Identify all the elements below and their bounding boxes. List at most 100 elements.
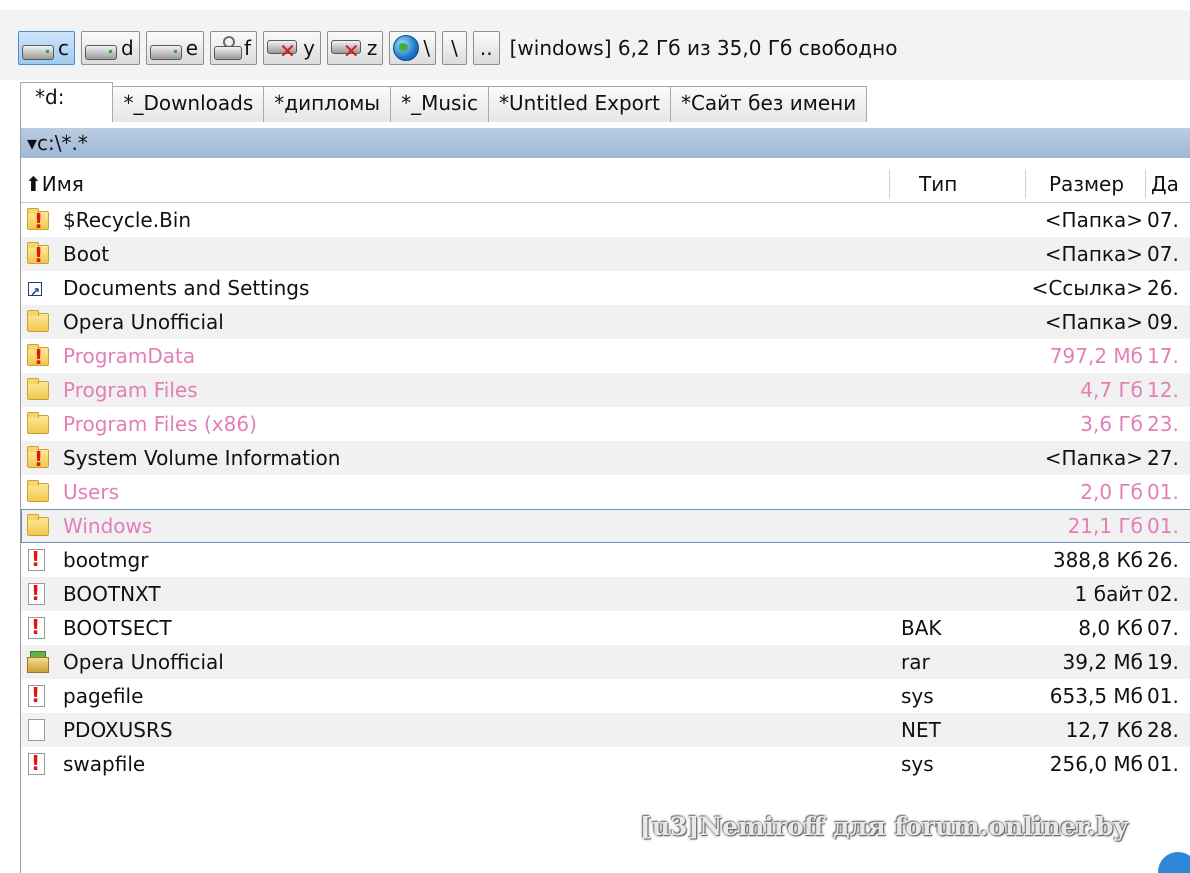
file-date: 19. (1147, 650, 1179, 674)
file-size: 1 байт (1074, 582, 1143, 606)
list-item[interactable]: ! bootmgr 388,8 Кб 26. (21, 543, 1190, 577)
system-folder-icon: ! (27, 208, 49, 233)
red-x-icon: ✕ (342, 39, 360, 63)
list-item[interactable]: ! BOOTSECT BAK 8,0 Кб 07. (21, 611, 1190, 645)
system-file-icon: ! (27, 751, 49, 775)
column-date-header[interactable]: Да (1151, 166, 1179, 202)
column-separator[interactable] (1025, 170, 1026, 198)
drive-button-y[interactable]: ✕ y (263, 31, 321, 65)
red-x-icon: ✕ (279, 39, 296, 63)
list-item[interactable]: Windows 21,1 Гб 01. (21, 509, 1190, 543)
network-button[interactable]: \ (389, 31, 437, 65)
tab-music[interactable]: *_Music (390, 86, 489, 122)
file-name: $Recycle.Bin (63, 208, 192, 232)
hdd-icon (149, 44, 182, 60)
file-date: 01. (1147, 514, 1179, 538)
list-item[interactable]: ! Boot <Папка> 07. (21, 237, 1190, 271)
file-size: 388,8 Кб (1052, 548, 1143, 572)
exclamation-mark: ! (34, 345, 44, 369)
path-bar[interactable]: ▾c:\*.* (21, 128, 1190, 158)
list-item[interactable]: ! $Recycle.Bin <Папка> 07. (21, 203, 1190, 237)
file-size: 653,5 Мб (1049, 684, 1143, 708)
file-name: BOOTNXT (63, 582, 161, 606)
file-name: ProgramData (63, 344, 196, 368)
list-item[interactable]: Users 2,0 Гб 01. (21, 475, 1190, 509)
folder-icon (27, 310, 49, 333)
link-shape (28, 275, 42, 309)
drive-letter: d (121, 36, 134, 60)
file-type: BAK (901, 616, 942, 640)
tab-site-untitled[interactable]: *Сайт без имени (669, 86, 868, 122)
system-file-icon: ! (27, 615, 49, 639)
file-name: Users (63, 480, 120, 504)
parent-dir-button[interactable]: .. (472, 31, 500, 65)
root-dir-button[interactable]: \ (442, 31, 467, 65)
folder-icon (27, 480, 49, 503)
file-type: NET (901, 718, 941, 742)
system-file-icon: ! (27, 581, 49, 605)
globe-icon (393, 35, 420, 61)
file-name: Program Files (x86) (63, 412, 257, 436)
drive-button-e[interactable]: e (145, 31, 205, 65)
file-name: pagefile (63, 684, 144, 708)
tab-untitled-export[interactable]: *Untitled Export (488, 86, 671, 122)
column-name-header[interactable]: ⬆Имя (25, 166, 84, 202)
file-shape (28, 719, 45, 741)
tab-d[interactable]: *d: (20, 82, 114, 122)
file-shape: ! (28, 751, 45, 775)
drive-letter: e (185, 36, 199, 60)
file-date: 07. (1147, 616, 1179, 640)
file-date: 01. (1147, 752, 1179, 776)
exclamation-mark: ! (31, 581, 41, 605)
archive-box (27, 657, 49, 673)
file-date: 09. (1147, 310, 1179, 334)
file-date: 17. (1147, 344, 1179, 368)
folder-shape (27, 514, 49, 536)
file-panel: ▾c:\*.* ⬆Имя Тип Размер Да ! $Recycle.Bin… (20, 122, 1190, 873)
hdd-icon (22, 44, 54, 60)
list-item[interactable]: Opera Unofficial rar 39,2 Мб 19. (21, 645, 1190, 679)
list-item[interactable]: Program Files 4,7 Гб 12. (21, 373, 1190, 407)
file-name: BOOTSECT (63, 616, 172, 640)
column-size-header[interactable]: Размер (1049, 166, 1124, 202)
file-date: 07. (1147, 242, 1179, 266)
drive-button-z[interactable]: ✕ z (326, 31, 384, 65)
folder-shape (27, 310, 49, 332)
exclamation-mark: ! (34, 209, 44, 233)
drive-button-f[interactable]: f (210, 31, 258, 65)
exclamation-mark: ! (31, 751, 41, 775)
file-date: 01. (1147, 480, 1179, 504)
list-item[interactable]: ! System Volume Information <Папка> 27. (21, 441, 1190, 475)
file-name: Opera Unofficial (63, 650, 224, 674)
tab-diplomy[interactable]: *дипломы (263, 86, 392, 122)
list-item[interactable]: ! pagefile sys 653,5 Мб 01. (21, 679, 1190, 713)
file-name: Program Files (63, 378, 198, 402)
file-size: 797,2 Мб (1049, 344, 1143, 368)
list-item[interactable]: ! BOOTNXT 1 байт 02. (21, 577, 1190, 611)
drive-letter: c (58, 36, 69, 60)
column-separator[interactable] (889, 170, 890, 198)
list-item[interactable]: Program Files (x86) 3,6 Гб 23. (21, 407, 1190, 441)
usb-drive-body (214, 46, 243, 60)
file-name: Opera Unofficial (63, 310, 224, 334)
drive-button-c[interactable]: c (18, 31, 75, 65)
column-separator[interactable] (1145, 170, 1146, 198)
list-item[interactable]: ! ProgramData 797,2 Мб 17. (21, 339, 1190, 373)
list-item[interactable]: PDOXUSRS NET 12,7 Кб 28. (21, 713, 1190, 747)
tab-downloads[interactable]: *_Downloads (112, 86, 265, 122)
list-item[interactable]: Documents and Settings <Ссылка>26. (21, 271, 1190, 309)
list-item[interactable]: ! swapfile sys 256,0 Мб 01. (21, 747, 1190, 781)
drive-button-d[interactable]: d (81, 31, 140, 65)
file-list: ! $Recycle.Bin <Папка> 07. ! Boot <Папка> 07. … (21, 203, 1190, 781)
file-name: PDOXUSRS (63, 718, 173, 742)
column-type-header[interactable]: Тип (919, 166, 957, 202)
drive-letter: f (244, 36, 252, 60)
file-icon (27, 719, 49, 741)
network-drive-disconnected-icon: ✕ (267, 35, 299, 61)
file-name: Windows (63, 514, 153, 538)
file-size: 2,0 Гб (1080, 480, 1143, 504)
file-date: 26. (1147, 276, 1179, 300)
list-item[interactable]: Opera Unofficial <Папка> 09. (21, 305, 1190, 339)
file-name: swapfile (63, 752, 146, 776)
drive-letter: z (366, 36, 378, 60)
